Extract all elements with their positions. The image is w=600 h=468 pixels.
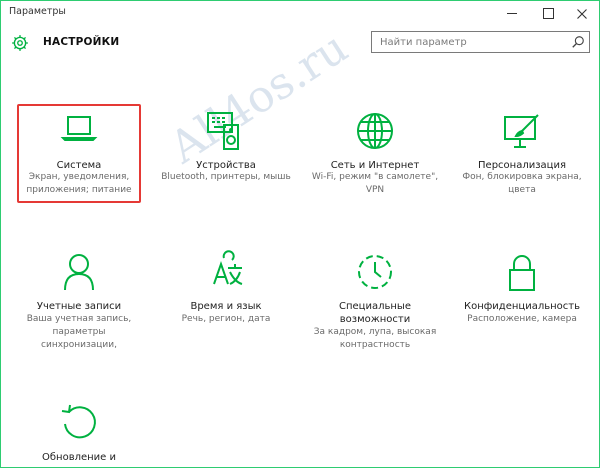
accessibility-icon: [358, 255, 392, 289]
tile-name: Учетные записи: [36, 301, 122, 312]
window-title: Параметры: [9, 6, 66, 17]
close-button[interactable]: [567, 1, 597, 26]
maximize-button[interactable]: [533, 1, 563, 26]
tile-description: Ваша учетная запись, параметры синхрониз…: [26, 314, 132, 350]
tile-name: Специальные возможности: [339, 301, 411, 325]
tile-name: Время и язык: [190, 301, 262, 312]
lock-icon: [509, 255, 535, 291]
tile-description: Wi-Fi, режим "в самолете", VPN: [311, 172, 439, 195]
title-bar: Параметры: [1, 1, 599, 26]
maximize-icon: [542, 8, 554, 19]
tile-name: Конфиденциальность: [463, 301, 580, 312]
close-icon: [577, 8, 587, 19]
devices-icon: [207, 112, 239, 150]
tile-privacy[interactable]: Конфиденциальность Расположение, камера: [457, 250, 587, 340]
tile-accessibility[interactable]: Специальные возможности За кадром, лупа,…: [310, 250, 440, 360]
page-title: НАСТРОЙКИ: [43, 36, 120, 48]
tile-description: За кадром, лупа, высокая контрастность: [313, 327, 437, 350]
tile-devices[interactable]: Устройства Bluetooth, принтеры, мышь: [161, 109, 291, 199]
update-icon: [61, 404, 96, 439]
personalization-icon: [504, 114, 539, 148]
settings-window: Параметры НАСТРОЙКИ All4os.ru: [0, 0, 600, 468]
tile-description: Расположение, камера: [467, 314, 577, 324]
person-icon: [64, 254, 94, 291]
gear-icon: [12, 35, 28, 51]
search-icon[interactable]: [571, 35, 585, 49]
tile-network[interactable]: Сеть и Интернет Wi-Fi, режим "в самолете…: [310, 109, 440, 199]
minimize-icon: [507, 13, 517, 14]
tile-name: Обновление и: [42, 452, 116, 463]
time-language-icon: [213, 250, 243, 285]
globe-icon: [357, 113, 393, 149]
tile-time-language[interactable]: Время и язык Речь, регион, дата: [161, 250, 291, 340]
search-box[interactable]: [371, 31, 590, 53]
tile-description: Фон, блокировка экрана, цвета: [462, 172, 582, 195]
selection-highlight: [17, 104, 141, 203]
tile-description: Речь, регион, дата: [181, 314, 271, 324]
tile-update[interactable]: Обновление и: [14, 401, 144, 467]
tile-description: Bluetooth, принтеры, мышь: [161, 172, 291, 182]
tile-accounts[interactable]: Учетные записи Ваша учетная запись, пара…: [14, 250, 144, 360]
minimize-button[interactable]: [497, 1, 527, 26]
search-input[interactable]: [380, 34, 566, 50]
tile-personalization[interactable]: Персонализация Фон, блокировка экрана, ц…: [457, 109, 587, 199]
